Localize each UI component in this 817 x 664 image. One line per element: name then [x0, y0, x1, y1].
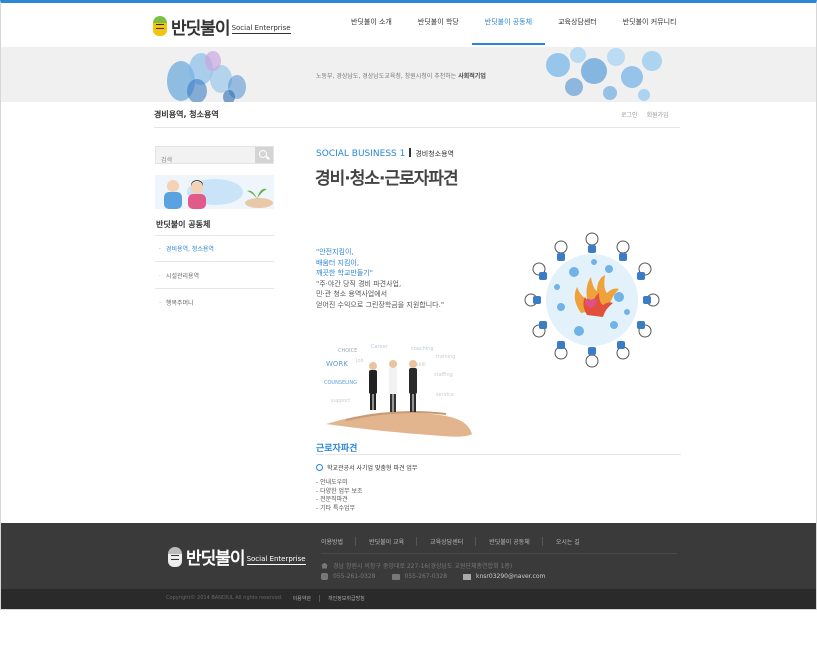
list-item: - 다양한 업무 보조: [316, 487, 363, 495]
page-title: 경비용역, 청소용역: [154, 110, 219, 119]
circle-bullet-icon: [316, 464, 323, 471]
sidebar-item-security-cleaning[interactable]: 경비용역, 청소용역: [159, 244, 214, 253]
section-divider: [316, 454, 681, 455]
dispatch-lead-item: 학교관공서 사기업 맞춤형 파견 업무: [316, 463, 417, 472]
divider: [154, 127, 680, 128]
top-banner: 노동부, 경상남도, 경상남도교육청, 창원시청이 추천하는 사회적기업: [1, 47, 816, 102]
footer-bottom-bar: Copyright© 2014 BANDIUL All rights reser…: [1, 589, 816, 609]
banner-text: 노동부, 경상남도, 경상남도교육청, 창원시청이 추천하는 사회적기업: [316, 73, 486, 80]
footer-address: 경남 창원시 의창구 중앙대로 227-16(경상남도 교원단체총연합회 1층): [321, 561, 512, 570]
firefly-icon: [168, 546, 182, 567]
footer-link-usage[interactable]: 이용방법: [321, 537, 343, 546]
page-frame: 반딧불이 Social Enterprise 반딧불이 소개 반딧불이 학당 반…: [0, 0, 817, 610]
content-category: 경비청소용역: [415, 150, 454, 158]
svg-text:coaching: coaching: [411, 346, 434, 352]
logo-text: 반딧불이: [171, 18, 231, 39]
svg-text:Job: Job: [355, 358, 364, 364]
footer-divider: [321, 553, 677, 554]
svg-text:support: support: [331, 398, 350, 404]
nav-item-counseling[interactable]: 교육상담센터: [545, 3, 610, 45]
sidebar-divider: [155, 235, 274, 236]
list-item: - 전문직파견: [316, 496, 348, 503]
terms-link[interactable]: 이용약관: [293, 595, 311, 602]
footer-nav: 이용방법 반딧불이 교육 교육상담센터 반딧불이 공동체 오시는 길: [321, 537, 580, 546]
dispatch-list: - 안내도우미 - 다양한 업무 보조 - 전문직파견 - 기타 특수업무: [316, 479, 363, 513]
svg-text:Career: Career: [371, 344, 389, 350]
fax-number: 055-267-0328: [404, 573, 448, 580]
copyright-text: Copyright© 2014 BANDIUL All rights reser…: [166, 595, 283, 601]
svg-text:staffing: staffing: [434, 372, 453, 378]
svg-text:training: training: [436, 354, 455, 360]
footer: 반딧불이 Social Enterprise 이용방법 반딧불이 교육 교육상담…: [1, 523, 816, 589]
footer-contacts: 055-261-0328 055-267-0328 knsr03290@nave…: [321, 573, 545, 580]
nav-item-school[interactable]: 반딧불이 학당: [405, 3, 472, 45]
bubble-pattern-decoration: [546, 47, 662, 101]
sidebar-item-facility[interactable]: 시설관리용역: [159, 271, 199, 280]
svg-text:COUNSELING: COUNSELING: [324, 380, 357, 386]
sidebar-divider: [155, 261, 274, 262]
privacy-link[interactable]: 개인정보취급방침: [318, 595, 365, 602]
search-input[interactable]: [156, 152, 260, 169]
util-links: 로그인 회원가입: [621, 110, 669, 119]
mail-icon: [463, 573, 472, 580]
footer-link-community[interactable]: 반딧불이 공동체: [475, 537, 530, 546]
sidebar-item-happy-pouch[interactable]: 행복주머니: [159, 298, 194, 307]
main-nav: 반딧불이 소개 반딧불이 학당 반딧불이 공동체 교육상담센터 반딧불이 커뮤니…: [338, 3, 689, 45]
footer-link-directions[interactable]: 오시는 길: [541, 537, 580, 546]
signup-link[interactable]: 회원가입: [647, 110, 669, 119]
nav-item-about[interactable]: 반딧불이 소개: [338, 3, 405, 45]
svg-text:skill: skill: [416, 362, 426, 368]
sidebar-banner-image: [155, 175, 274, 209]
footer-link-education[interactable]: 반딧불이 교육: [355, 537, 404, 546]
home-icon: [321, 562, 328, 569]
phone-number: 055-261-0328: [333, 573, 376, 580]
footer-logo[interactable]: 반딧불이 Social Enterprise: [168, 544, 306, 569]
firefly-icon: [153, 16, 167, 36]
sidebar-title: 반딧불이 공동체: [156, 220, 211, 229]
site-logo[interactable]: 반딧불이 Social Enterprise: [153, 12, 291, 40]
content-kicker: SOCIAL BUSINESS 1 경비청소용역: [316, 148, 454, 159]
phone-icon: [321, 573, 328, 580]
sidebar-search: [155, 146, 274, 169]
list-item: - 기타 특수업무: [316, 504, 356, 512]
leaf-pattern-decoration: [167, 51, 246, 102]
logo-subtitle: Social Enterprise: [231, 24, 291, 34]
email-address[interactable]: knsr03290@naver.com: [476, 573, 545, 580]
svg-text:WORK: WORK: [326, 360, 348, 368]
list-item: - 안내도우미: [316, 479, 348, 486]
nav-item-community[interactable]: 반딧불이 공동체: [471, 3, 546, 45]
copyright-row: Copyright© 2014 BANDIUL All rights reser…: [166, 595, 365, 602]
fax-icon: [391, 573, 400, 580]
community-circle-image: [524, 232, 660, 368]
login-link[interactable]: 로그인: [621, 110, 638, 119]
sidebar-divider: [155, 288, 274, 289]
search-icon[interactable]: [255, 147, 273, 163]
intro-quote: "안전지킴이, 배움터 지킴이, 깨끗한 학교만들기" "주·야간 당직 경비 …: [316, 248, 445, 309]
business-people-image: CHOICE Career coaching WORK Job training COU…: [324, 344, 472, 437]
svg-text:CHOICE: CHOICE: [338, 348, 357, 354]
content-title: 경비·청소·근로자파견: [315, 169, 459, 189]
footer-link-counseling[interactable]: 교육상담센터: [416, 537, 463, 546]
section-title-dispatch: 근로자파견: [316, 444, 358, 454]
svg-text:service: service: [436, 392, 454, 398]
nav-item-board[interactable]: 반딧불이 커뮤니티: [610, 3, 690, 45]
